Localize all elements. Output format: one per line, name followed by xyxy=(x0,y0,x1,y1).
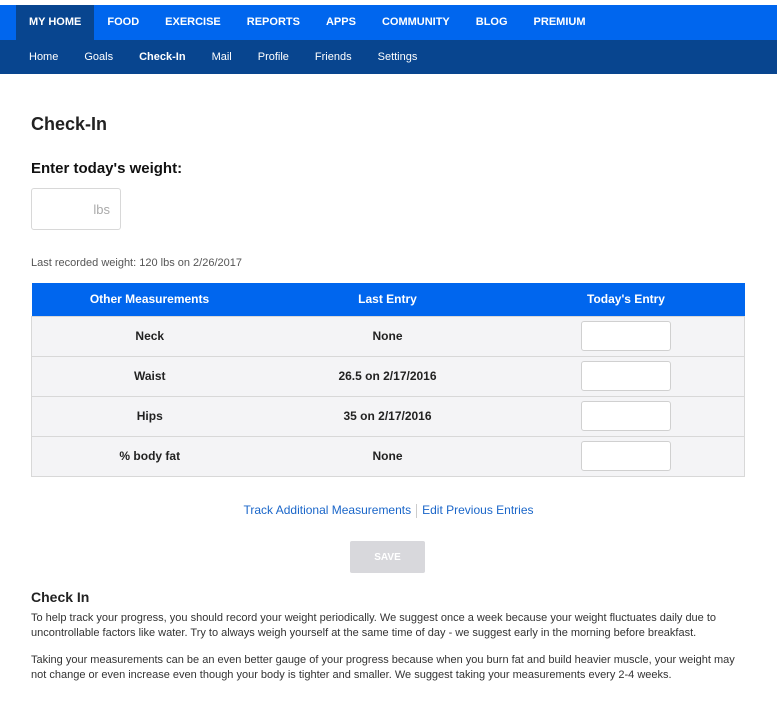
todays-entry-cell xyxy=(507,395,745,436)
col-header-todays-entry: Today's Entry xyxy=(507,283,745,316)
measurement-last-entry: 26.5 on 2/17/2016 xyxy=(267,355,508,396)
nav-tab-premium[interactable]: Premium xyxy=(521,5,599,40)
measurement-last-entry: 35 on 2/17/2016 xyxy=(267,395,508,436)
nav-tab-apps[interactable]: Apps xyxy=(313,5,369,40)
nav-tab-food[interactable]: Food xyxy=(94,5,152,40)
nav-tab-my-home[interactable]: My Home xyxy=(16,5,95,40)
last-recorded-weight: Last recorded weight: 120 lbs on 2/26/20… xyxy=(31,257,242,269)
body-fat-entry-field xyxy=(580,441,671,471)
measurement-name: Hips xyxy=(31,395,268,436)
measurement-name: Waist xyxy=(31,355,268,396)
edit-previous-entries-link[interactable]: Edit Previous Entries xyxy=(422,503,533,517)
link-divider xyxy=(416,503,418,518)
weight-field-wrapper xyxy=(31,188,121,230)
body-fat-input[interactable] xyxy=(581,442,670,470)
subnav-item-check-in[interactable]: Check-In xyxy=(126,40,198,74)
nav-tab-exercise[interactable]: Exercise xyxy=(152,5,234,40)
nav-tab-blog[interactable]: Blog xyxy=(463,5,521,40)
info-paragraph-measurements: Taking your measurements can be an even … xyxy=(31,654,735,681)
measurement-last-entry: None xyxy=(267,315,508,356)
page-title: Check-In xyxy=(31,114,108,134)
subnav-item-profile[interactable]: Profile xyxy=(245,40,302,74)
subnav-item-mail[interactable]: Mail xyxy=(199,40,245,74)
waist-entry-field xyxy=(580,361,671,391)
sub-nav: Home Goals Check-In Mail Profile Friends… xyxy=(0,40,777,74)
subnav-item-goals[interactable]: Goals xyxy=(71,40,126,74)
neck-input[interactable] xyxy=(581,322,670,350)
col-header-measurement: Other Measurements xyxy=(31,283,268,316)
save-button[interactable]: Save xyxy=(350,541,425,573)
measurement-last-entry: None xyxy=(267,435,508,477)
nav-tab-reports[interactable]: Reports xyxy=(234,5,313,40)
weight-input[interactable] xyxy=(32,189,120,229)
waist-input[interactable] xyxy=(581,362,670,390)
todays-entry-cell xyxy=(507,315,745,356)
measurement-links: Track Additional Measurements Edit Previo… xyxy=(0,503,777,518)
top-nav: My Home Food Exercise Reports Apps Commu… xyxy=(0,5,777,40)
table-row: Waist 26.5 on 2/17/2016 xyxy=(31,355,745,396)
hips-entry-field xyxy=(580,401,671,431)
info-heading: Check In xyxy=(31,589,90,605)
todays-entry-cell xyxy=(507,435,745,477)
measurements-table: Other Measurements Last Entry Today's En… xyxy=(31,283,745,477)
table-row: % body fat None xyxy=(31,435,745,477)
table-header-row: Other Measurements Last Entry Today's En… xyxy=(31,283,745,316)
table-row: Hips 35 on 2/17/2016 xyxy=(31,395,745,436)
hips-input[interactable] xyxy=(581,402,670,430)
neck-entry-field xyxy=(580,321,671,351)
subnav-item-settings[interactable]: Settings xyxy=(365,40,431,74)
todays-entry-cell xyxy=(507,355,745,396)
track-additional-measurements-link[interactable]: Track Additional Measurements xyxy=(243,503,411,517)
measurement-name: % body fat xyxy=(31,435,268,477)
subnav-item-friends[interactable]: Friends xyxy=(302,40,365,74)
weight-label: Enter today's weight: xyxy=(31,160,183,177)
measurement-name: Neck xyxy=(31,315,268,356)
col-header-last-entry: Last Entry xyxy=(267,283,508,316)
table-row: Neck None xyxy=(31,315,745,356)
nav-tab-community[interactable]: Community xyxy=(369,5,463,40)
subnav-item-home[interactable]: Home xyxy=(16,40,71,74)
info-paragraph-weight: To help track your progress, you should … xyxy=(31,612,717,639)
